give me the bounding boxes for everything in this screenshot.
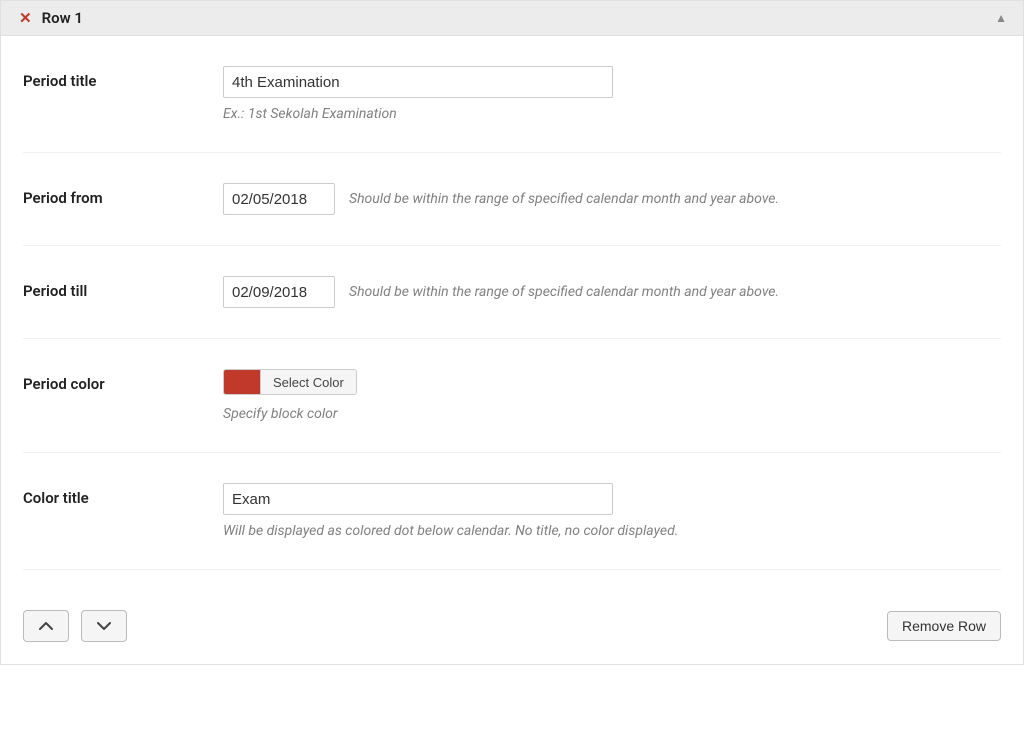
- label-period-from: Period from: [23, 183, 223, 207]
- panel-header: ✕ Row 1 ▲: [1, 1, 1023, 36]
- period-till-input[interactable]: [223, 276, 335, 308]
- label-period-title: Period title: [23, 66, 223, 90]
- panel-body: Period title Ex.: 1st Sekolah Examinatio…: [1, 36, 1023, 664]
- field-row-period-till: Period till Should be within the range o…: [23, 246, 1001, 339]
- help-period-color: Specify block color: [223, 406, 1001, 422]
- color-picker: Select Color: [223, 369, 357, 395]
- close-icon[interactable]: ✕: [19, 11, 32, 26]
- field-row-period-from: Period from Should be within the range o…: [23, 153, 1001, 246]
- remove-row-button[interactable]: Remove Row: [887, 611, 1001, 641]
- move-up-button[interactable]: [23, 610, 69, 642]
- label-period-color: Period color: [23, 369, 223, 393]
- control-period-title: Ex.: 1st Sekolah Examination: [223, 66, 1001, 122]
- row-title: Row 1: [42, 9, 83, 27]
- help-period-title: Ex.: 1st Sekolah Examination: [223, 106, 1001, 122]
- label-period-till: Period till: [23, 276, 223, 300]
- field-row-period-title: Period title Ex.: 1st Sekolah Examinatio…: [23, 36, 1001, 153]
- label-color-title: Color title: [23, 483, 223, 507]
- control-period-till: Should be within the range of specified …: [223, 276, 1001, 308]
- help-period-till: Should be within the range of specified …: [349, 284, 779, 300]
- chevron-down-icon: [97, 621, 111, 631]
- row-panel: ✕ Row 1 ▲ Period title Ex.: 1st Sekolah …: [0, 0, 1024, 665]
- color-title-input[interactable]: [223, 483, 613, 515]
- period-title-input[interactable]: [223, 66, 613, 98]
- control-period-color: Select Color Specify block color: [223, 369, 1001, 422]
- collapse-toggle-icon[interactable]: ▲: [995, 12, 1007, 24]
- color-swatch[interactable]: [224, 370, 260, 394]
- select-color-button[interactable]: Select Color: [260, 370, 356, 394]
- control-color-title: Will be displayed as colored dot below c…: [223, 483, 1001, 539]
- field-row-period-color: Period color Select Color Specify block …: [23, 339, 1001, 453]
- reorder-buttons: [23, 610, 127, 642]
- help-period-from: Should be within the range of specified …: [349, 191, 779, 207]
- chevron-up-icon: [39, 621, 53, 631]
- move-down-button[interactable]: [81, 610, 127, 642]
- panel-header-left: ✕ Row 1: [19, 9, 83, 27]
- help-color-title: Will be displayed as colored dot below c…: [223, 523, 1001, 539]
- panel-footer: Remove Row: [23, 570, 1001, 642]
- period-from-input[interactable]: [223, 183, 335, 215]
- field-row-color-title: Color title Will be displayed as colored…: [23, 453, 1001, 570]
- control-period-from: Should be within the range of specified …: [223, 183, 1001, 215]
